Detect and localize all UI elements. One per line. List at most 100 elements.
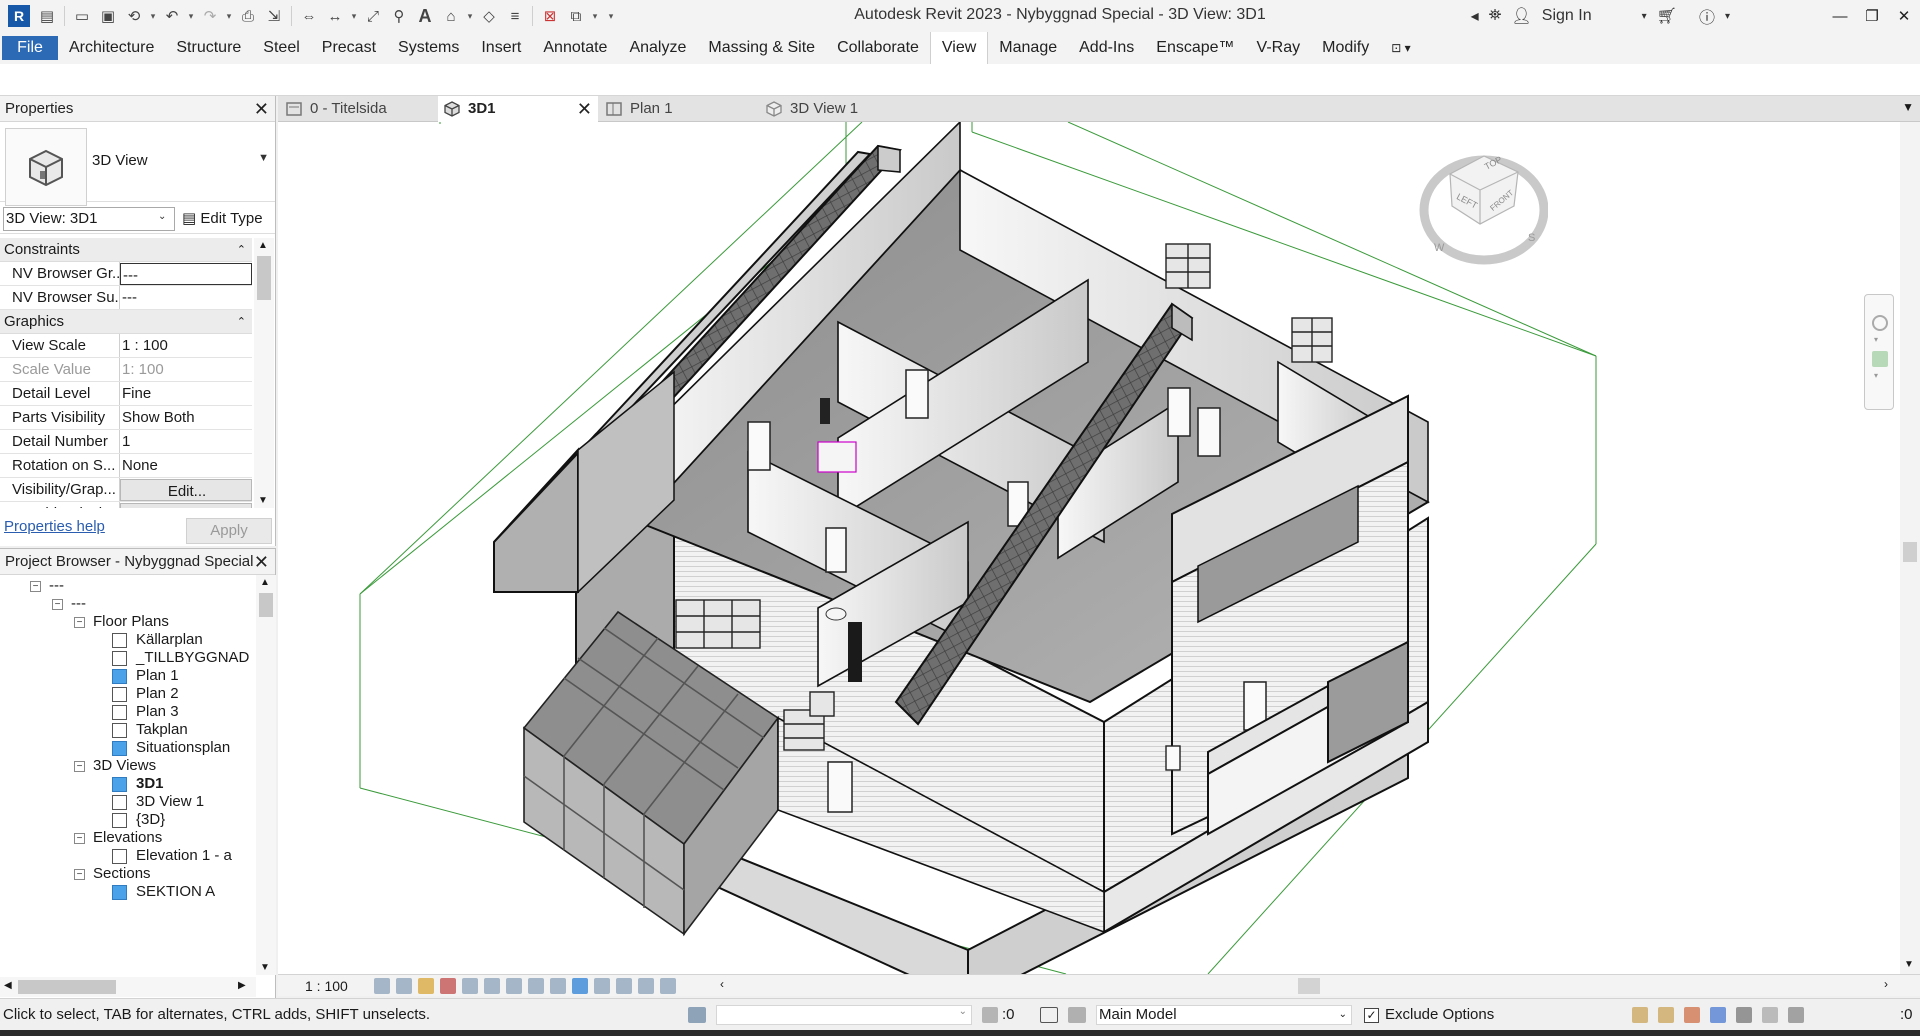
- editable-only-icon[interactable]: [982, 1007, 998, 1023]
- filter-icon[interactable]: [1788, 1007, 1804, 1023]
- edit-button[interactable]: Edit...: [120, 503, 252, 508]
- scroll-left-icon[interactable]: ◀: [4, 980, 12, 991]
- steering-wheel-icon[interactable]: [1872, 315, 1888, 331]
- thin-lines-icon[interactable]: ≡: [502, 3, 528, 29]
- compass-west-label[interactable]: W: [1434, 242, 1444, 254]
- edit-type-button[interactable]: ▤ Edit Type: [182, 207, 263, 231]
- chevron-down-icon[interactable]: ⌄: [158, 211, 166, 222]
- design-options-icon[interactable]: [1040, 1007, 1058, 1023]
- properties-help-link[interactable]: Properties help: [4, 518, 105, 535]
- compass-south-label[interactable]: S: [1528, 232, 1535, 244]
- collapse-icon[interactable]: −: [30, 580, 41, 592]
- show-analytical-model-icon[interactable]: [638, 978, 654, 994]
- ribbon-tab-annotate[interactable]: Annotate: [532, 32, 618, 64]
- spot-elevation-icon[interactable]: ⤢: [360, 3, 386, 29]
- revit-logo-icon[interactable]: R: [8, 5, 30, 27]
- 3d-view-canvas[interactable]: TOP LEFT FRONT W S ▾ ▾ ▼: [278, 122, 1920, 974]
- wheel-dropdown-icon[interactable]: ▾: [1874, 335, 1878, 344]
- ribbon-tab-view[interactable]: View: [929, 32, 989, 64]
- property-value[interactable]: 1: 100: [120, 358, 252, 381]
- constraints-icon[interactable]: [660, 978, 676, 994]
- collapse-icon[interactable]: ⌃: [237, 238, 246, 262]
- minimize-icon[interactable]: —: [1824, 0, 1856, 32]
- redo-icon[interactable]: ↷: [197, 3, 223, 29]
- close-icon[interactable]: ✕: [254, 549, 269, 575]
- browser-horizontal-scrollbar[interactable]: ◀ ▶: [0, 977, 256, 997]
- switch-windows-icon[interactable]: ⧉: [563, 3, 589, 29]
- tag-icon[interactable]: ⚲: [386, 3, 412, 29]
- tabs-dropdown-icon[interactable]: ▼: [1902, 100, 1914, 114]
- ribbon-tab-analyze[interactable]: Analyze: [618, 32, 697, 64]
- scroll-up-icon[interactable]: ▲: [260, 577, 270, 588]
- dimension-dropdown-icon[interactable]: ▾: [348, 11, 360, 22]
- scroll-down-icon[interactable]: ▼: [260, 962, 270, 973]
- scroll-down-icon[interactable]: ▼: [1904, 959, 1914, 970]
- close-icon[interactable]: ✕: [254, 96, 269, 122]
- ribbon-tab-v-ray[interactable]: V-Ray: [1246, 32, 1312, 64]
- properties-scrollbar[interactable]: ▲ ▼: [254, 238, 274, 508]
- worksets-icon[interactable]: [688, 1007, 706, 1023]
- background-process-icon[interactable]: [1762, 1007, 1778, 1023]
- scroll-down-icon[interactable]: ▼: [258, 495, 268, 506]
- apply-button[interactable]: Apply: [186, 518, 272, 544]
- select-by-face-icon[interactable]: [1710, 1007, 1726, 1023]
- drag-elements-icon[interactable]: [1736, 1007, 1752, 1023]
- ribbon-tab-architecture[interactable]: Architecture: [58, 32, 165, 64]
- edit-button[interactable]: Edit...: [120, 479, 252, 501]
- temporary-view-properties-icon[interactable]: [616, 978, 632, 994]
- browser-scrollbar[interactable]: ▲ ▼: [256, 575, 276, 975]
- measure-icon[interactable]: ⇔: [296, 3, 322, 29]
- property-value[interactable]: ---: [120, 286, 252, 309]
- 3d-view-dropdown-icon[interactable]: ▾: [464, 11, 476, 22]
- help-dropdown-icon[interactable]: ▾: [1725, 11, 1730, 22]
- sign-in-link[interactable]: Sign In: [1542, 7, 1592, 25]
- property-value[interactable]: None: [120, 454, 252, 477]
- show-crop-region-icon[interactable]: [506, 978, 522, 994]
- collapse-icon[interactable]: −: [74, 616, 85, 628]
- tab-plan-1[interactable]: Plan 1: [600, 96, 758, 122]
- collapse-icon[interactable]: −: [52, 598, 63, 610]
- type-selector[interactable]: 3D View ▼: [0, 122, 275, 206]
- tab-3d1[interactable]: 3D1 ✕: [438, 96, 598, 122]
- ribbon-tab-collaborate[interactable]: Collaborate: [826, 32, 930, 64]
- collapse-icon[interactable]: ⌃: [237, 310, 246, 334]
- ribbon-tab-file[interactable]: File: [2, 36, 58, 60]
- zoom-icon[interactable]: [1872, 351, 1888, 367]
- canvas-horizontal-scroll-thumb[interactable]: [1298, 978, 1320, 994]
- undo-icon[interactable]: ↶: [159, 3, 185, 29]
- scroll-thumb[interactable]: [257, 256, 271, 300]
- collapse-icon[interactable]: −: [74, 868, 85, 880]
- select-pinned-icon[interactable]: [1684, 1007, 1700, 1023]
- property-value[interactable]: Show Both: [120, 406, 252, 429]
- scroll-thumb[interactable]: [259, 593, 273, 617]
- help-icon[interactable]: ⓘ: [1699, 4, 1715, 28]
- select-underlay-icon[interactable]: [1658, 1007, 1674, 1023]
- ribbon-tab-add-ins[interactable]: Add-Ins: [1068, 32, 1145, 64]
- user-icon[interactable]: 👤︎: [1511, 6, 1531, 26]
- ribbon-tab-massing-site[interactable]: Massing & Site: [697, 32, 826, 64]
- ribbon-toggle-icon[interactable]: ⊡ ▾: [1380, 32, 1421, 64]
- sign-in-dropdown-icon[interactable]: ▾: [1642, 11, 1647, 22]
- active-workset-select[interactable]: ⌄: [716, 1005, 972, 1025]
- ribbon-tab-steel[interactable]: Steel: [252, 32, 310, 64]
- ribbon-tab-modify[interactable]: Modify: [1311, 32, 1380, 64]
- scroll-right-icon[interactable]: ›: [1884, 977, 1888, 991]
- scroll-thumb[interactable]: [18, 980, 116, 994]
- print-icon[interactable]: ⎙: [235, 3, 261, 29]
- redo-dropdown-icon[interactable]: ▾: [223, 11, 235, 22]
- category-constraints[interactable]: Constraints ⌃: [0, 238, 252, 262]
- restore-icon[interactable]: ❐: [1856, 0, 1888, 32]
- visual-style-icon[interactable]: [396, 978, 412, 994]
- view-scale[interactable]: 1 : 100: [305, 975, 348, 997]
- lock-3d-view-icon[interactable]: [528, 978, 544, 994]
- sync-dropdown-icon[interactable]: ▾: [147, 11, 159, 22]
- reveal-hidden-icon[interactable]: [572, 978, 588, 994]
- tab-titelsida[interactable]: 0 - Titelsida: [280, 96, 438, 122]
- switch-windows-dropdown-icon[interactable]: ▾: [589, 11, 601, 22]
- design-option-set-icon[interactable]: [1068, 1007, 1086, 1023]
- zoom-dropdown-icon[interactable]: ▾: [1874, 371, 1878, 380]
- close-tab-icon[interactable]: ✕: [577, 96, 592, 122]
- viewcube[interactable]: TOP LEFT FRONT W S: [1418, 138, 1549, 268]
- sync-icon[interactable]: ⟲: [121, 3, 147, 29]
- scroll-thumb[interactable]: [1903, 542, 1917, 562]
